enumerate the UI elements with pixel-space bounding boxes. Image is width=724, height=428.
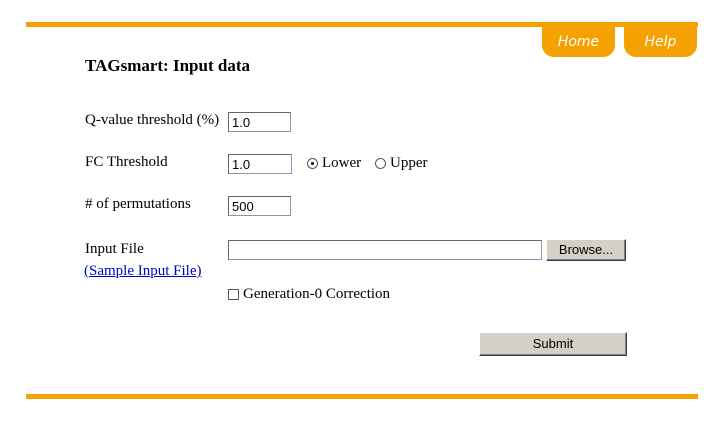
footer-divider	[26, 394, 698, 399]
generation-correction-label: Generation-0 Correction	[243, 286, 391, 302]
permutations-label: # of permutations	[85, 196, 191, 212]
page-title: TAGsmart: Input data	[85, 56, 250, 75]
qvalue-label: Q-value threshold (%)	[85, 112, 220, 128]
permutations-input[interactable]	[228, 196, 291, 216]
input-file-field[interactable]	[228, 240, 542, 260]
fc-upper-label: Upper	[390, 155, 428, 171]
fc-lower-radio[interactable]: Lower	[307, 155, 361, 172]
sample-input-file-link[interactable]: (Sample Input File)	[84, 263, 201, 280]
submit-button[interactable]: Submit	[479, 332, 627, 356]
browse-button[interactable]: Browse...	[546, 239, 626, 261]
nav-help-tab[interactable]: Help	[624, 27, 697, 57]
fc-lower-label: Lower	[322, 155, 362, 171]
qvalue-input[interactable]	[228, 112, 291, 132]
fc-threshold-label: FC Threshold	[85, 154, 168, 170]
radio-checked-icon[interactable]	[307, 158, 318, 169]
nav-home-tab[interactable]: Home	[542, 27, 615, 57]
fc-upper-radio[interactable]: Upper	[375, 155, 428, 172]
checkbox-icon[interactable]	[228, 289, 239, 300]
input-file-label: Input File	[85, 241, 144, 257]
fc-threshold-input[interactable]	[228, 154, 292, 174]
generation-correction-checkbox[interactable]: Generation-0 Correction	[228, 286, 390, 303]
radio-unchecked-icon[interactable]	[375, 158, 386, 169]
